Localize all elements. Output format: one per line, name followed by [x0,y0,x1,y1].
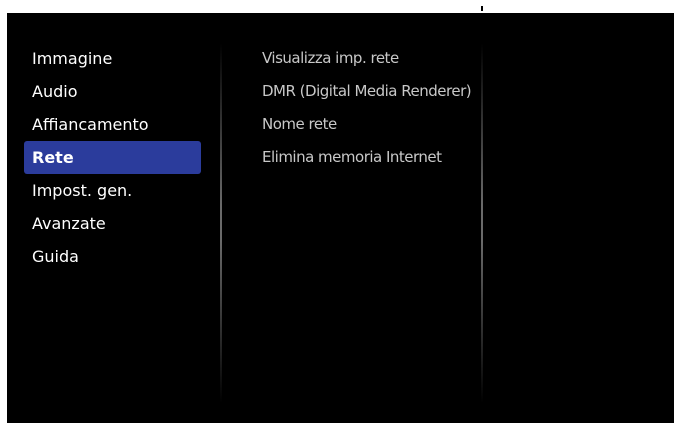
osd-screen: Immagine Audio Affiancamento Rete Impost… [7,13,674,423]
submenu: Visualizza imp. rete DMR (Digital Media … [254,42,479,174]
top-marker [481,6,483,11]
submenu-divider [481,43,483,403]
menu-item-impost-gen[interactable]: Impost. gen. [24,174,201,207]
submenu-item-nome-rete[interactable]: Nome rete [254,108,479,141]
submenu-item-visualizza-imp-rete[interactable]: Visualizza imp. rete [254,42,479,75]
main-menu: Immagine Audio Affiancamento Rete Impost… [24,42,201,273]
menu-divider [220,43,222,403]
submenu-item-dmr[interactable]: DMR (Digital Media Renderer) [254,75,479,108]
submenu-item-elimina-memoria-internet[interactable]: Elimina memoria Internet [254,141,479,174]
menu-item-rete[interactable]: Rete [24,141,201,174]
menu-item-guida[interactable]: Guida [24,240,201,273]
menu-item-immagine[interactable]: Immagine [24,42,201,75]
menu-item-avanzate[interactable]: Avanzate [24,207,201,240]
menu-item-audio[interactable]: Audio [24,75,201,108]
menu-item-affiancamento[interactable]: Affiancamento [24,108,201,141]
